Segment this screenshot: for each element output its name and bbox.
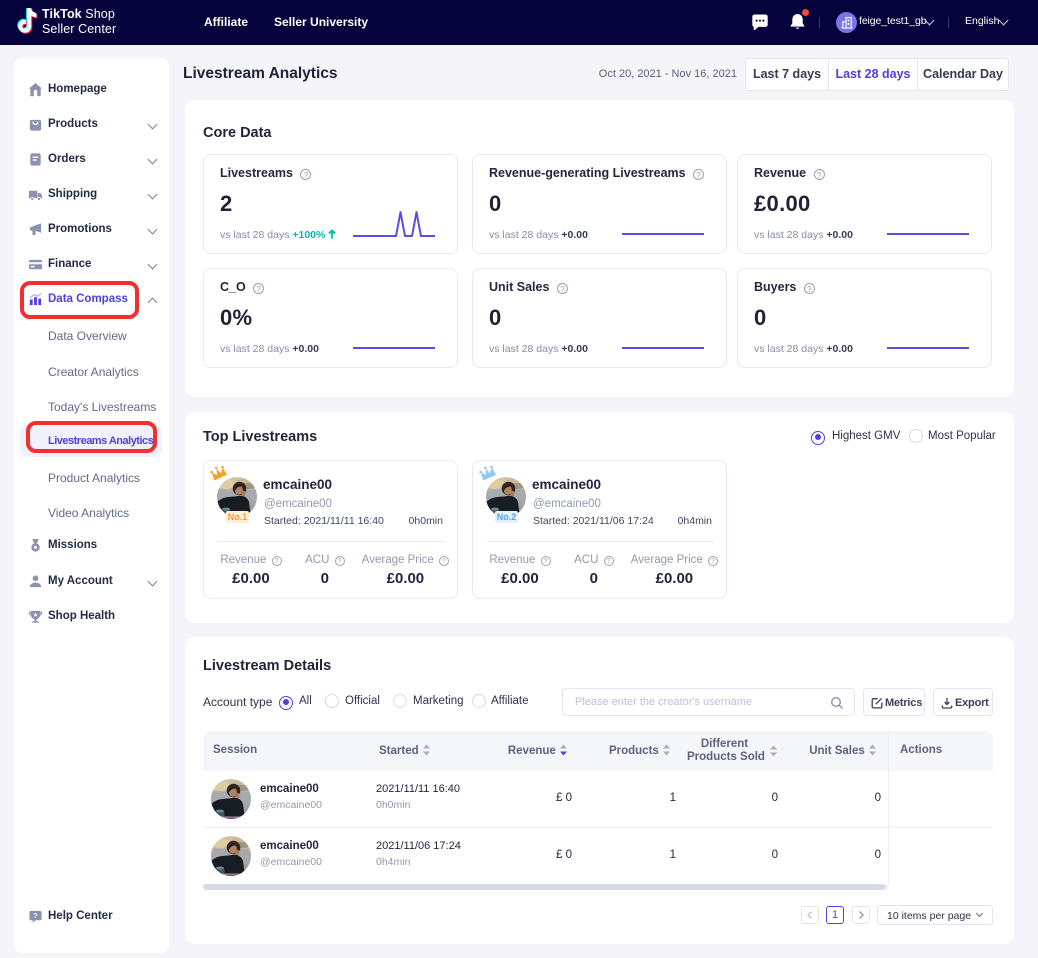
svg-text:?: ? xyxy=(33,911,38,920)
